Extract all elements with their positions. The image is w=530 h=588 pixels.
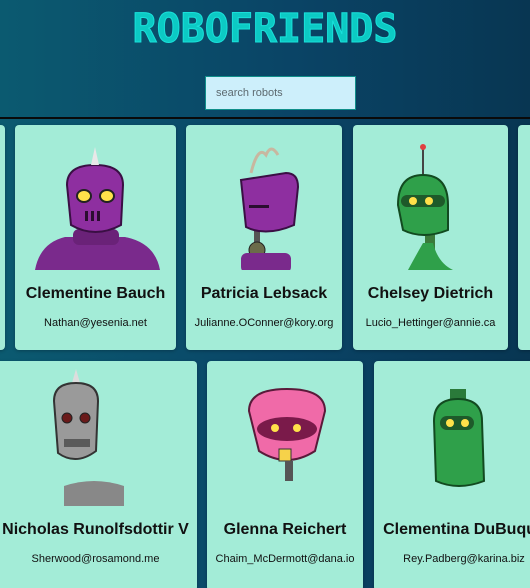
search-input[interactable] xyxy=(205,76,356,110)
robot-name: Chelsey Dietrich xyxy=(367,285,494,302)
header: ROBOFRIENDS xyxy=(0,0,530,117)
robot-card[interactable]: Nicholas Runolfsdottir V Sherwood@rosamo… xyxy=(0,361,197,588)
robot-email: Julianne.OConner@kory.org xyxy=(194,317,334,329)
robot-card-partial[interactable] xyxy=(0,125,5,350)
robot-card-partial[interactable] xyxy=(518,125,530,350)
robot-name: Clementine Bauch xyxy=(25,285,166,302)
robot-email: Chaim_McDermott@dana.io xyxy=(215,553,355,565)
robot-image xyxy=(432,389,486,487)
robot-email: Lucio_Hettinger@annie.ca xyxy=(365,317,496,329)
app-title: ROBOFRIENDS xyxy=(132,6,398,53)
robot-image xyxy=(396,144,453,270)
robot-card[interactable]: Glenna Reichert Chaim_McDermott@dana.io xyxy=(207,361,363,588)
robot-name: Clementina DuBuque xyxy=(383,521,530,538)
robot-image xyxy=(239,147,300,270)
robot-name: Nicholas Runolfsdottir V xyxy=(2,521,189,538)
robot-email: Sherwood@rosamond.me xyxy=(31,553,160,565)
robot-name: Glenna Reichert xyxy=(223,521,347,538)
robot-email: Nathan@yesenia.net xyxy=(44,317,147,329)
robot-card[interactable]: Clementina DuBuque Rey.Padberg@karina.bi… xyxy=(374,361,530,588)
robot-image xyxy=(52,369,124,506)
robot-name: Patricia Lebsack xyxy=(200,285,328,302)
robot-card[interactable]: Patricia Lebsack Julianne.OConner@kory.o… xyxy=(186,125,342,350)
robot-email: Rey.Padberg@karina.biz xyxy=(403,553,525,565)
card-list[interactable]: Clementine Bauch Nathan@yesenia.net Patr… xyxy=(0,119,530,588)
robot-image xyxy=(247,387,327,481)
robot-card[interactable]: Chelsey Dietrich Lucio_Hettinger@annie.c… xyxy=(353,125,508,350)
robot-card[interactable]: Clementine Bauch Nathan@yesenia.net xyxy=(15,125,176,350)
robot-image xyxy=(35,147,160,270)
